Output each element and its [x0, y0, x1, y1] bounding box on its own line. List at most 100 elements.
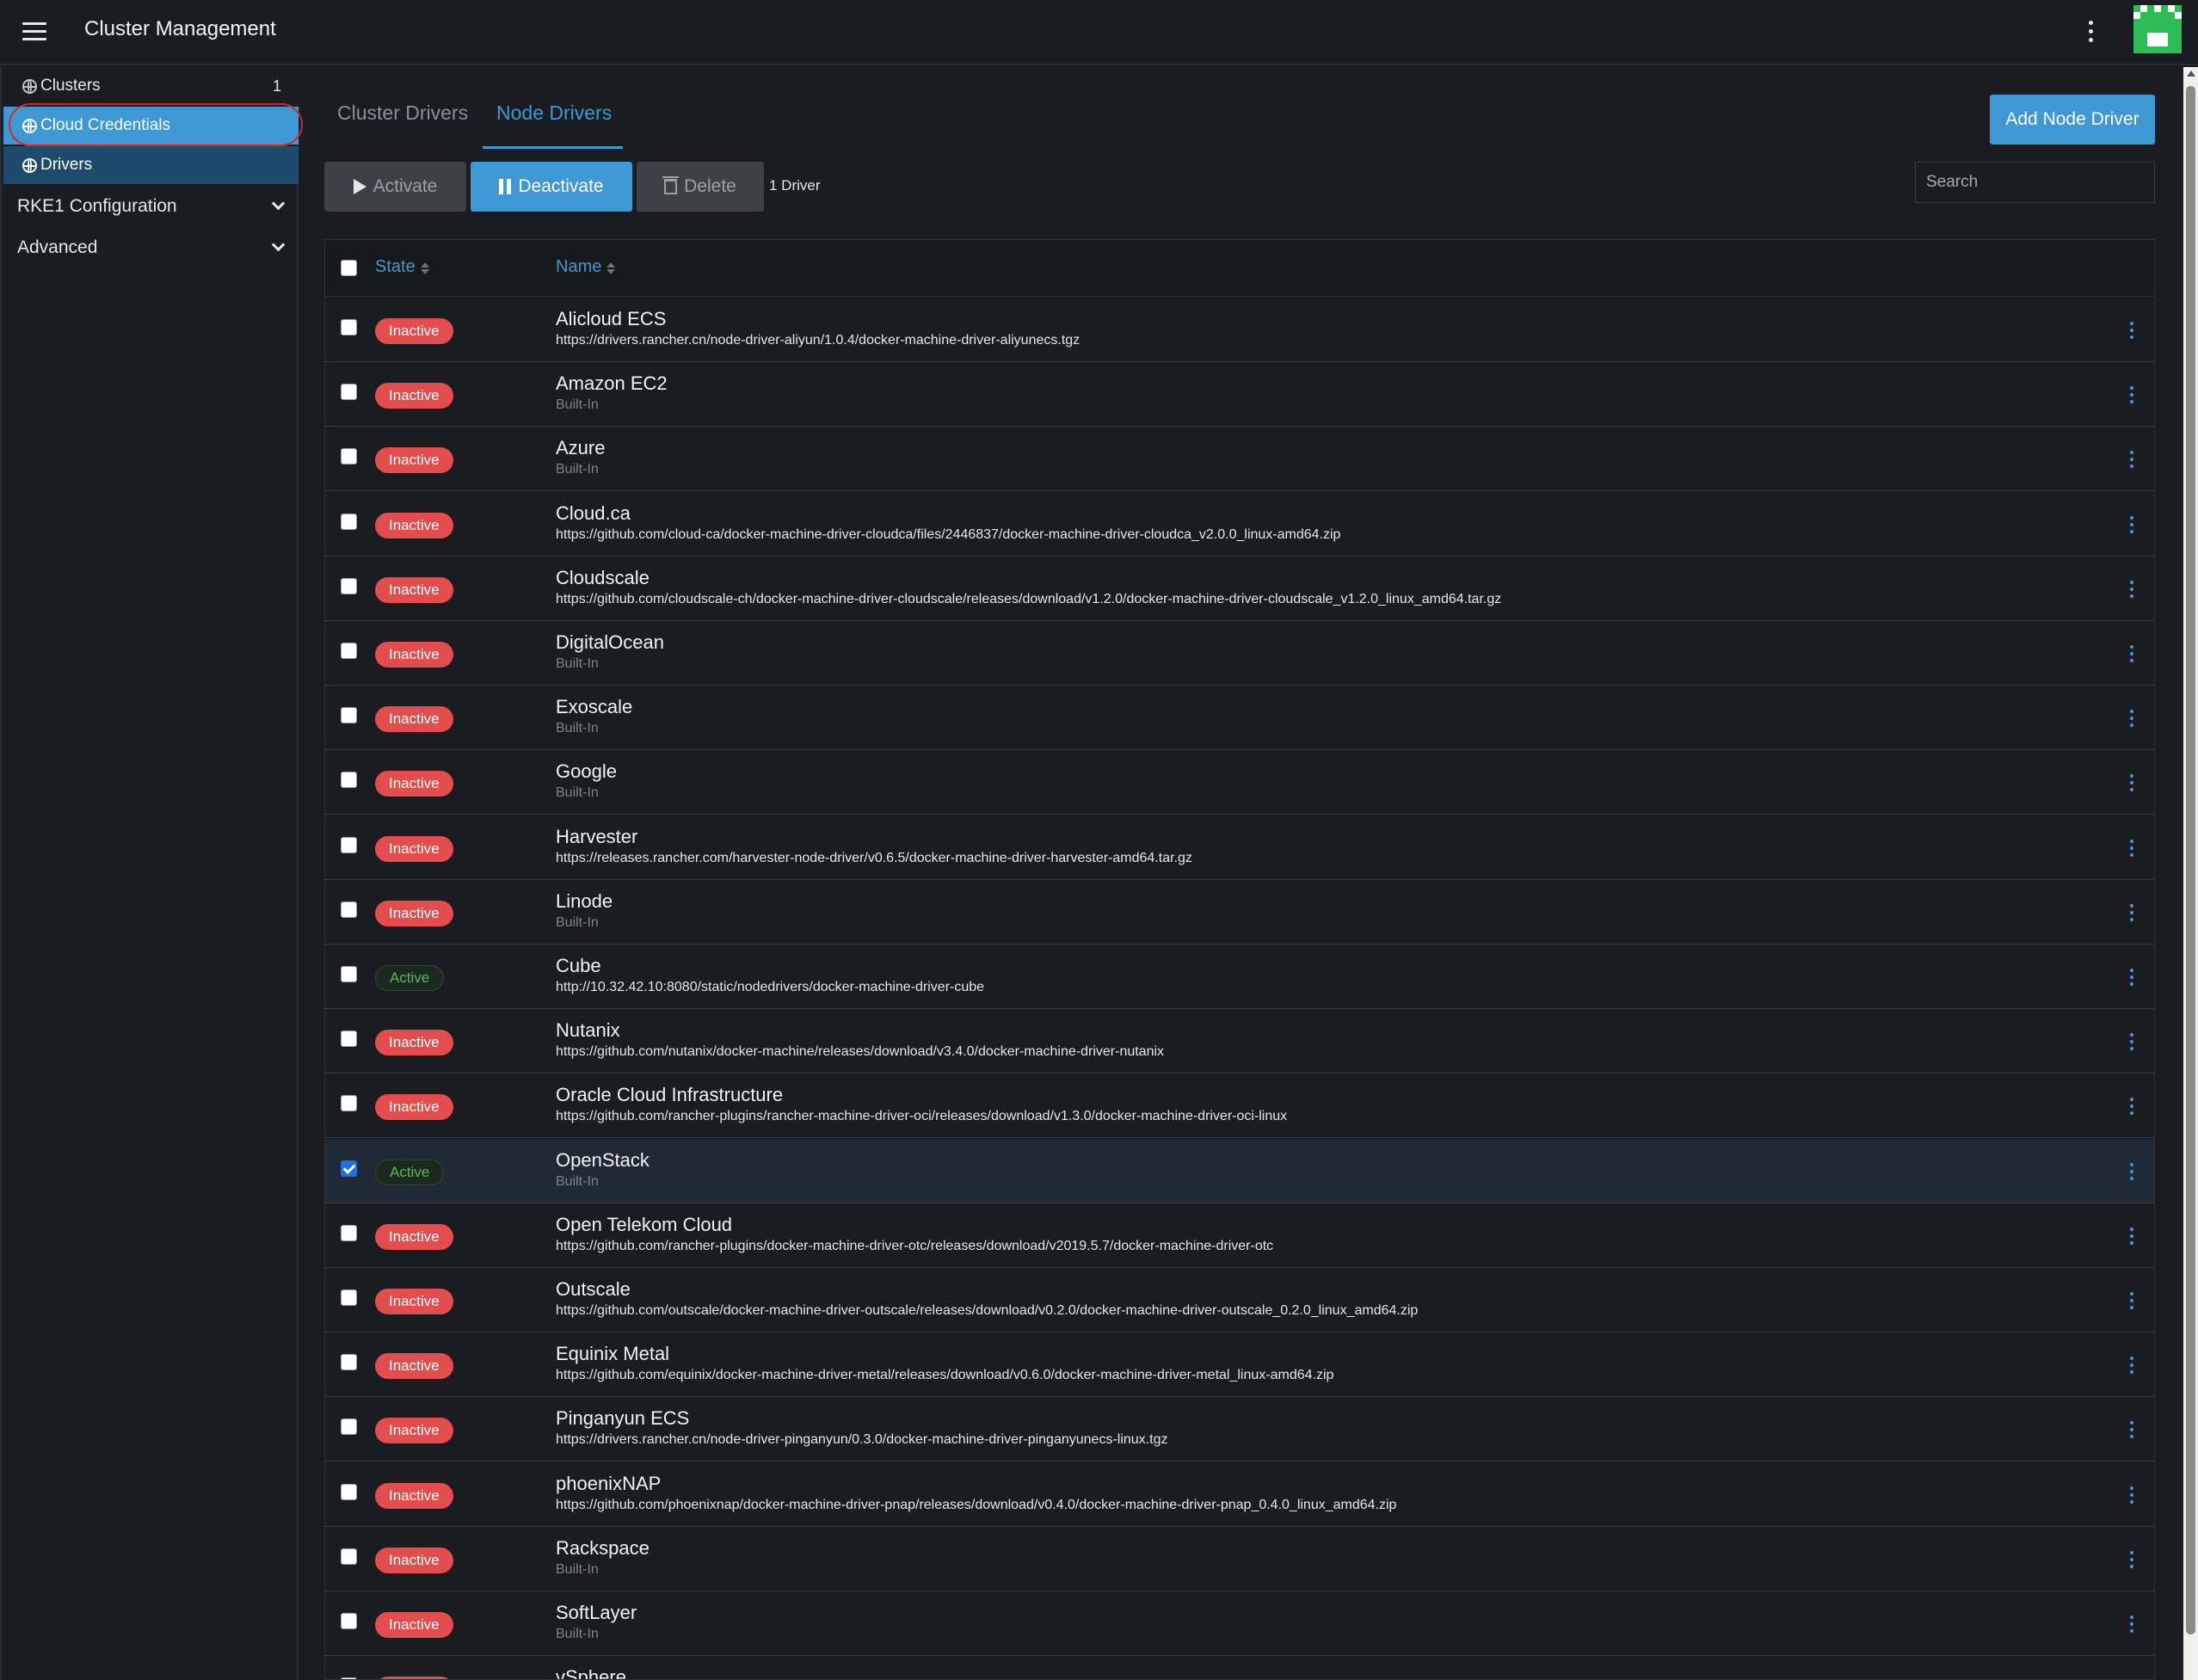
activate-button[interactable]: Activate [324, 162, 466, 212]
driver-name[interactable]: OpenStack [556, 1149, 650, 1172]
driver-name[interactable]: Cube [556, 955, 601, 977]
driver-name[interactable]: Amazon EC2 [556, 372, 668, 395]
row-actions-kebab-icon[interactable] [2126, 513, 2138, 537]
table-row[interactable]: Active Cube http://10.32.42.10:8080/static… [325, 945, 2154, 1009]
kebab-vertical-icon[interactable] [2082, 15, 2099, 46]
row-checkbox[interactable] [341, 1483, 357, 1500]
row-checkbox[interactable] [341, 513, 357, 530]
table-row[interactable]: Inactive vSphere [325, 1656, 2154, 1679]
row-actions-kebab-icon[interactable] [2126, 1548, 2138, 1572]
table-row[interactable]: Inactive Oracle Cloud Infrastructure https… [325, 1074, 2154, 1139]
driver-name[interactable]: Nutanix [556, 1019, 620, 1042]
vertical-scrollbar[interactable] [2183, 67, 2198, 1680]
driver-name[interactable]: Alicloud ECS [556, 308, 666, 330]
row-actions-kebab-icon[interactable] [2126, 1418, 2138, 1442]
row-checkbox[interactable] [341, 1289, 357, 1306]
table-row[interactable]: Inactive Equinix Metal https://github.com/… [325, 1332, 2154, 1398]
row-checkbox[interactable] [341, 1160, 357, 1177]
table-row[interactable]: Inactive Cloud.ca https://github.com/cloud… [325, 492, 2154, 557]
row-actions-kebab-icon[interactable] [2126, 1289, 2138, 1313]
row-checkbox[interactable] [341, 1354, 357, 1371]
table-row[interactable]: Inactive Amazon EC2 Built-In [325, 362, 2154, 428]
search-input[interactable] [1915, 162, 2155, 203]
row-checkbox[interactable] [341, 1095, 357, 1112]
select-all-checkbox[interactable] [341, 260, 357, 276]
driver-name[interactable]: phoenixNAP [556, 1473, 661, 1495]
row-actions-kebab-icon[interactable] [2126, 642, 2138, 666]
row-checkbox[interactable] [341, 966, 357, 982]
driver-name[interactable]: Azure [556, 437, 605, 459]
row-actions-kebab-icon[interactable] [2126, 1353, 2138, 1377]
table-row[interactable]: Inactive Linode Built-In [325, 880, 2154, 945]
row-checkbox[interactable] [341, 707, 357, 724]
deactivate-button[interactable]: Deactivate [471, 162, 632, 212]
sidebar-item-clusters[interactable]: Clusters 1 [3, 67, 299, 105]
table-row[interactable]: Inactive Pinganyun ECS https://drivers.ran… [325, 1397, 2154, 1462]
table-row[interactable]: Inactive Nutanix https://github.com/nutani… [325, 1009, 2154, 1074]
row-actions-kebab-icon[interactable] [2126, 1677, 2138, 1679]
hamburger-icon[interactable] [22, 19, 52, 43]
driver-name[interactable]: SoftLayer [556, 1602, 637, 1624]
scroll-up-arrow-icon[interactable] [2187, 71, 2195, 77]
driver-name[interactable]: Pinganyun ECS [556, 1407, 689, 1430]
row-actions-kebab-icon[interactable] [2126, 1612, 2138, 1636]
table-row[interactable]: Inactive Harvester https://releases.ranche… [325, 815, 2154, 880]
row-actions-kebab-icon[interactable] [2126, 965, 2138, 989]
sidebar-item-cloud-credentials[interactable]: Cloud Credentials [3, 107, 299, 145]
column-header-state[interactable]: State [375, 257, 429, 277]
user-avatar-icon[interactable] [2133, 5, 2182, 53]
row-actions-kebab-icon[interactable] [2126, 901, 2138, 925]
row-checkbox[interactable] [341, 1548, 357, 1565]
row-actions-kebab-icon[interactable] [2126, 1094, 2138, 1118]
driver-name[interactable]: DigitalOcean [556, 631, 664, 654]
driver-name[interactable]: Open Telekom Cloud [556, 1214, 732, 1236]
row-actions-kebab-icon[interactable] [2126, 383, 2138, 407]
scrollbar-thumb[interactable] [2186, 86, 2195, 1634]
driver-name[interactable]: Rackspace [556, 1537, 650, 1560]
driver-name[interactable]: Linode [556, 890, 613, 913]
driver-name[interactable]: Equinix Metal [556, 1343, 669, 1365]
table-row[interactable]: Inactive Alicloud ECS https://drivers.ranc… [325, 298, 2154, 362]
row-checkbox[interactable] [341, 836, 357, 853]
driver-name[interactable]: Exoscale [556, 696, 632, 718]
column-header-name[interactable]: Name [556, 257, 616, 277]
row-checkbox[interactable] [341, 772, 357, 789]
row-actions-kebab-icon[interactable] [2126, 771, 2138, 795]
row-checkbox[interactable] [341, 1613, 357, 1629]
row-actions-kebab-icon[interactable] [2126, 1160, 2138, 1184]
row-actions-kebab-icon[interactable] [2126, 577, 2138, 601]
table-row[interactable]: Inactive Google Built-In [325, 750, 2154, 815]
tab-node-drivers[interactable]: Node Drivers [496, 102, 612, 125]
table-row[interactable]: Inactive Exoscale Built-In [325, 686, 2154, 751]
table-row[interactable]: Inactive Azure Built-In [325, 427, 2154, 492]
row-checkbox[interactable] [341, 643, 357, 659]
row-actions-kebab-icon[interactable] [2126, 318, 2138, 342]
row-actions-kebab-icon[interactable] [2126, 1030, 2138, 1054]
row-actions-kebab-icon[interactable] [2126, 706, 2138, 730]
row-checkbox[interactable] [341, 1031, 357, 1048]
table-row[interactable]: Inactive DigitalOcean Built-In [325, 621, 2154, 686]
row-checkbox[interactable] [341, 448, 357, 465]
driver-name[interactable]: Google [556, 760, 617, 783]
row-checkbox[interactable] [341, 384, 357, 401]
sidebar-group-advanced[interactable]: Advanced [3, 227, 299, 268]
table-row[interactable]: Inactive Rackspace Built-In [325, 1527, 2154, 1591]
driver-name[interactable]: Cloudscale [556, 567, 650, 589]
table-row[interactable]: Inactive SoftLayer Built-In [325, 1591, 2154, 1656]
table-row[interactable]: Inactive Open Telekom Cloud https://github… [325, 1203, 2154, 1268]
add-node-driver-button[interactable]: Add Node Driver [1990, 95, 2155, 145]
row-checkbox[interactable] [341, 1418, 357, 1436]
row-actions-kebab-icon[interactable] [2126, 1224, 2138, 1248]
table-row[interactable]: Inactive Cloudscale https://github.com/clo… [325, 557, 2154, 621]
tab-cluster-drivers[interactable]: Cluster Drivers [337, 102, 468, 125]
delete-button[interactable]: Delete [637, 162, 764, 212]
table-row[interactable]: Inactive phoenixNAP https://github.com/pho… [325, 1462, 2154, 1527]
driver-name[interactable]: Cloud.ca [556, 502, 631, 525]
driver-name[interactable]: Harvester [556, 826, 637, 848]
driver-name[interactable]: vSphere [556, 1666, 626, 1679]
table-row[interactable]: Inactive Outscale https://github.com/outsc… [325, 1268, 2154, 1332]
driver-name[interactable]: Outscale [556, 1278, 631, 1301]
table-row[interactable]: Active OpenStack Built-In [325, 1138, 2154, 1203]
sidebar-item-drivers[interactable]: Drivers [3, 146, 299, 184]
row-checkbox[interactable] [341, 319, 357, 335]
